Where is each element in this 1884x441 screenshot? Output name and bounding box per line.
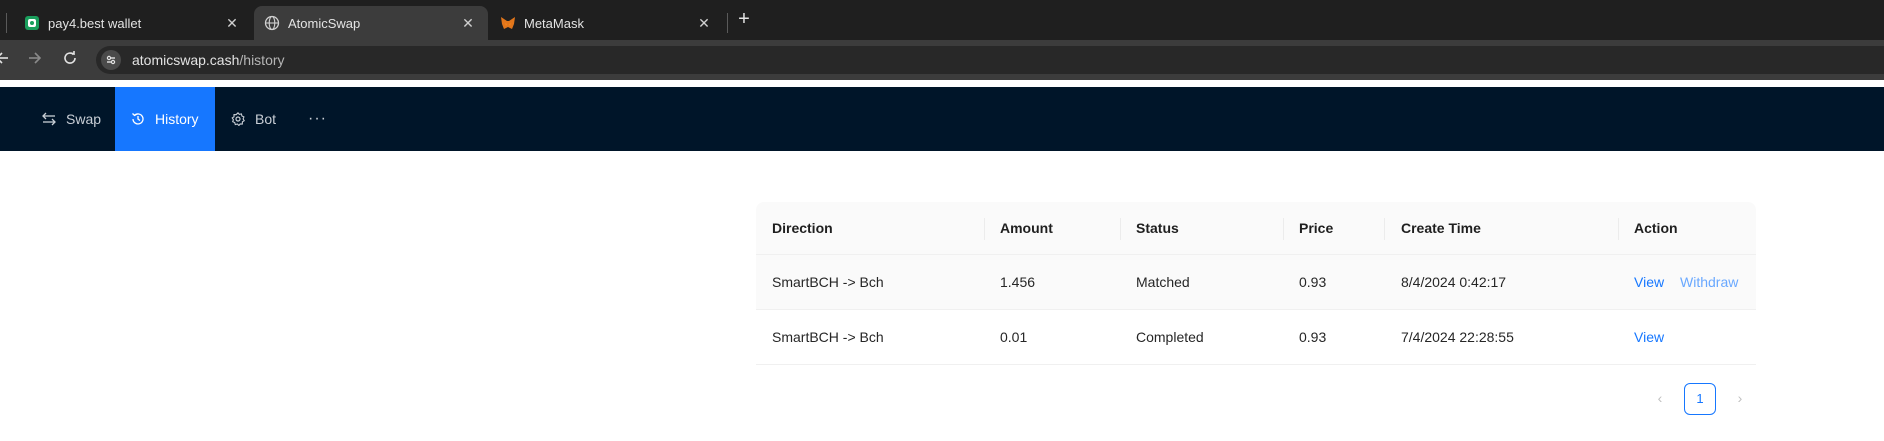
tab-title: MetaMask (524, 15, 584, 31)
column-header-direction: Direction (772, 220, 833, 236)
new-tab-button[interactable]: + (734, 9, 754, 30)
swap-icon (42, 112, 56, 126)
nav-item-swap[interactable]: Swap (40, 87, 101, 151)
tab-separator (727, 13, 728, 33)
cell-price: 0.93 (1299, 274, 1327, 290)
table-row: SmartBCH -> Bch 0.01 Completed 0.93 7/4/… (756, 310, 1756, 365)
tab-metamask[interactable]: MetaMask ✕ (492, 6, 724, 40)
nav-item-bot[interactable]: Bot (231, 87, 276, 151)
table-header: Direction Amount Status Price Create Tim… (756, 202, 1756, 255)
browser-toolbar: atomicswap.cash/history (0, 40, 1884, 80)
address-bar[interactable]: atomicswap.cash/history (96, 46, 1884, 74)
cell-status: Matched (1136, 274, 1190, 290)
forward-icon[interactable] (25, 50, 45, 70)
tab-separator (6, 13, 7, 33)
url-host: atomicswap.cash (132, 52, 240, 68)
cell-direction: SmartBCH -> Bch (772, 274, 884, 290)
cell-amount: 0.01 (1000, 329, 1028, 345)
view-link[interactable]: View (1634, 255, 1664, 310)
browser-tab-bar: pay4.best wallet ✕ AtomicSwap ✕ MetaMask… (0, 0, 1884, 40)
close-tab-icon[interactable]: ✕ (460, 15, 476, 31)
column-header-price: Price (1299, 220, 1334, 236)
column-divider (1120, 218, 1121, 240)
column-header-amount: Amount (1000, 220, 1053, 236)
pagination-prev-icon[interactable]: ‹ (1646, 384, 1674, 412)
cell-create-time: 8/4/2024 0:42:17 (1401, 274, 1507, 290)
reload-icon[interactable] (60, 50, 80, 70)
tab-atomicswap[interactable]: AtomicSwap ✕ (254, 6, 488, 40)
cell-price: 0.93 (1299, 329, 1327, 345)
nav-more-icon[interactable]: ··· (308, 87, 327, 151)
fox-icon (500, 15, 516, 31)
nav-item-label: Swap (66, 111, 102, 127)
tab-title: pay4.best wallet (48, 15, 142, 31)
tab-title: AtomicSwap (288, 15, 361, 31)
column-header-status: Status (1136, 220, 1179, 236)
cell-amount: 1.456 (1000, 274, 1036, 290)
column-header-create-time: Create Time (1401, 220, 1481, 236)
gear-icon (231, 112, 245, 126)
column-divider (1384, 218, 1385, 240)
column-header-action: Action (1634, 220, 1678, 236)
column-divider (1283, 218, 1284, 240)
tab-pay4-wallet[interactable]: pay4.best wallet ✕ (14, 6, 252, 40)
site-info-icon[interactable] (101, 50, 121, 70)
nav-item-label: Bot (255, 111, 277, 127)
url-path: /history (239, 52, 285, 68)
history-icon (131, 112, 145, 126)
wallet-icon (24, 15, 40, 31)
view-link[interactable]: View (1634, 310, 1664, 365)
back-icon[interactable] (0, 50, 12, 70)
url-text: atomicswap.cash/history (132, 52, 285, 68)
cell-status: Completed (1136, 329, 1204, 345)
cell-create-time: 7/4/2024 22:28:55 (1401, 329, 1514, 345)
nav-item-history[interactable]: History (115, 87, 215, 151)
close-tab-icon[interactable]: ✕ (696, 15, 712, 31)
column-divider (984, 218, 985, 240)
close-tab-icon[interactable]: ✕ (224, 15, 240, 31)
app-navbar: Swap History Bot ··· (0, 87, 1884, 151)
globe-icon (264, 15, 280, 31)
cell-direction: SmartBCH -> Bch (772, 329, 884, 345)
history-table: Direction Amount Status Price Create Tim… (756, 202, 1756, 365)
table-row: SmartBCH -> Bch 1.456 Matched 0.93 8/4/2… (756, 255, 1756, 310)
withdraw-link[interactable]: Withdraw (1680, 255, 1738, 310)
column-divider (1618, 218, 1619, 240)
pagination-page-1[interactable]: 1 (1684, 383, 1716, 415)
pagination-next-icon[interactable]: › (1726, 384, 1754, 412)
nav-item-label: History (155, 111, 199, 127)
